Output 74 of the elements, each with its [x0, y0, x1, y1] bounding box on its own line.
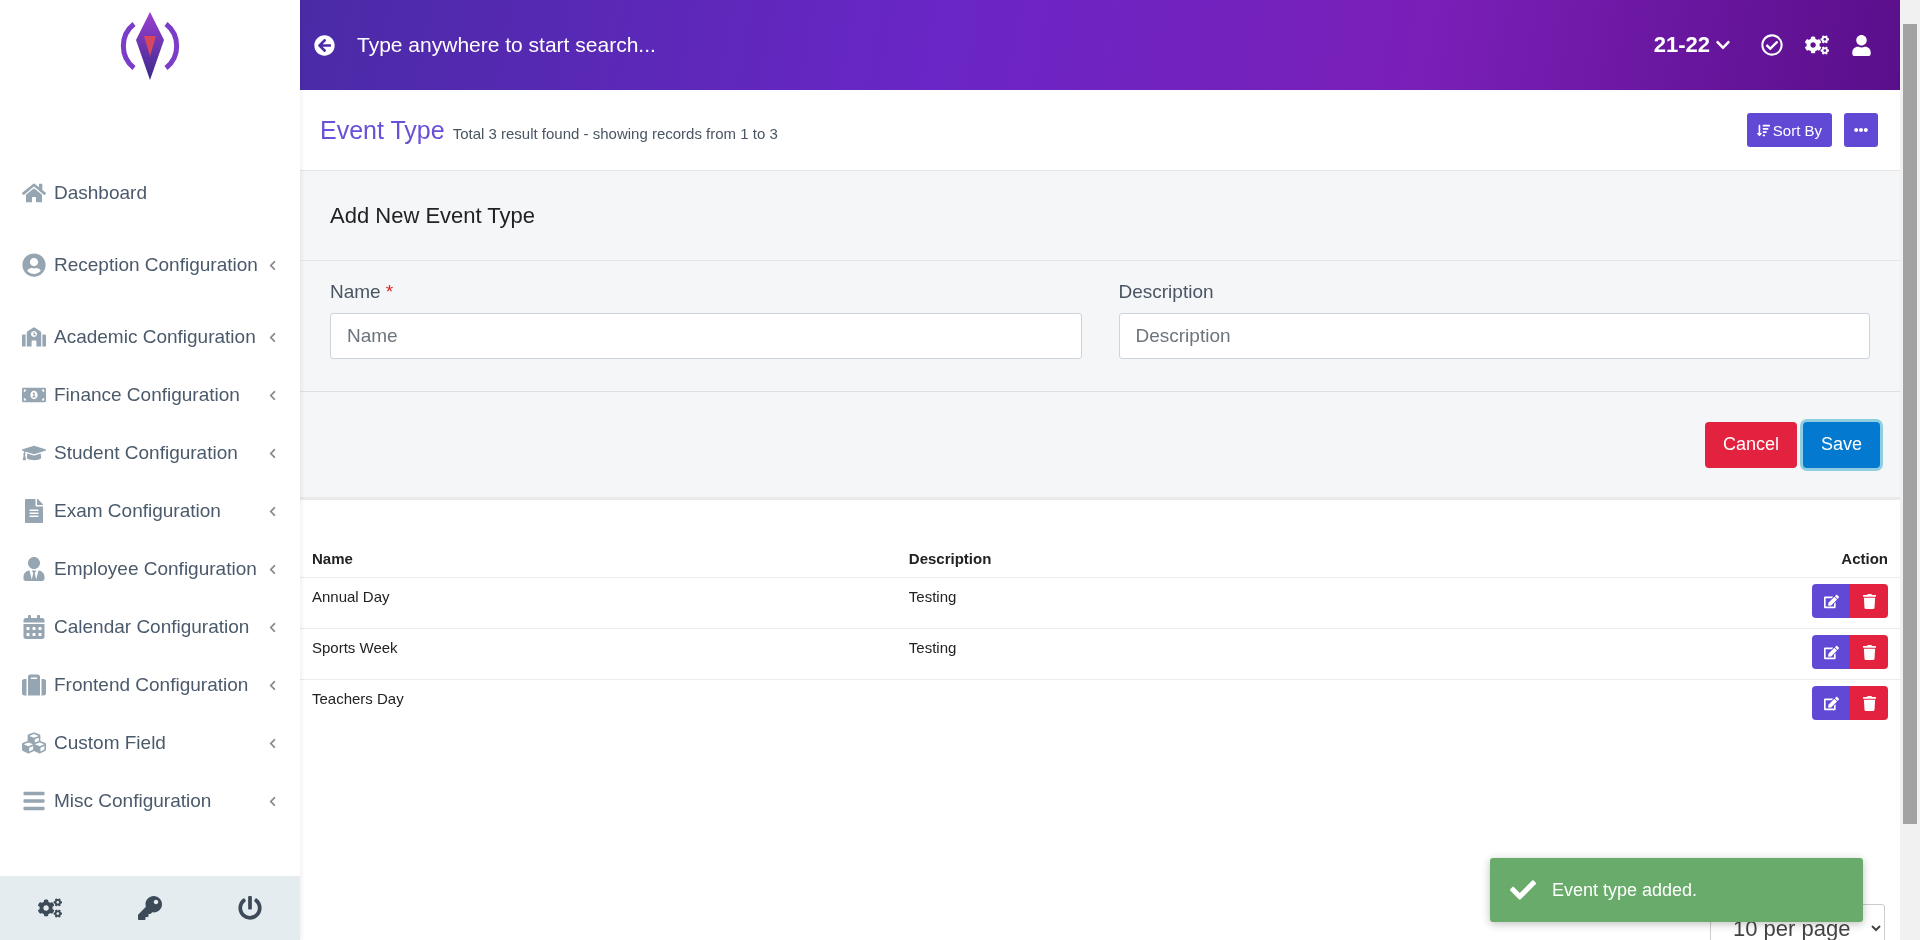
chevron-icon — [267, 331, 278, 343]
sidebar-item[interactable]: Exam Configuration — [0, 482, 300, 540]
settings-icon[interactable] — [38, 896, 62, 920]
scrollbar[interactable] — [1900, 0, 1920, 940]
sidebar-item[interactable]: Academic Configuration — [0, 308, 300, 366]
document-icon — [22, 499, 46, 523]
chevron-icon — [267, 679, 278, 691]
input-field[interactable]: Description — [1118, 313, 1870, 359]
sidebar-item[interactable]: Custom Field — [0, 714, 300, 772]
sidebar-item[interactable]: Frontend Configuration — [0, 656, 300, 714]
trash-icon — [1861, 593, 1877, 609]
check-icon — [1510, 877, 1536, 903]
result-summary: Total 3 result found - showing records from 1 to 3 — [452, 124, 779, 142]
field-label: Description — [1118, 281, 1215, 303]
table-cell: Teachers Day — [300, 679, 897, 730]
cubes-icon — [22, 731, 46, 755]
key-icon[interactable] — [138, 896, 162, 920]
field-label: Name * — [330, 281, 395, 303]
search-hint[interactable]: Type anywhere to start search... — [357, 33, 1624, 57]
column-header: Action — [1414, 540, 1900, 578]
column-header: Name — [300, 540, 897, 578]
sidebar-item[interactable]: Student Configuration — [0, 424, 300, 482]
menu-icon — [22, 789, 46, 813]
sort-button[interactable]: Sort By — [1746, 113, 1832, 147]
table-cell: Sports Week — [300, 628, 897, 680]
chevron-icon — [267, 563, 278, 575]
home-icon — [22, 181, 46, 205]
edit-button[interactable] — [1812, 584, 1850, 618]
column-header: Description — [896, 540, 1415, 578]
required-mark: * — [385, 281, 394, 302]
form-title: Add New Event Type — [330, 202, 536, 229]
suitcase-icon — [22, 673, 46, 697]
trash-icon — [1861, 695, 1877, 711]
edit-icon — [1823, 593, 1839, 609]
calendar-icon — [22, 615, 46, 639]
person-icon — [22, 557, 46, 581]
logo-icon — [120, 10, 180, 82]
settings-icon[interactable] — [1805, 33, 1829, 57]
edit-icon — [1823, 644, 1839, 660]
chevron-icon — [267, 795, 278, 807]
sidebar-item[interactable]: Finance Configuration — [0, 366, 300, 424]
delete-button[interactable] — [1850, 686, 1888, 720]
delete-button[interactable] — [1850, 584, 1888, 618]
trash-icon — [1861, 644, 1877, 660]
edit-icon — [1823, 695, 1839, 711]
edit-button[interactable] — [1812, 686, 1850, 720]
back-icon[interactable] — [314, 34, 335, 56]
save-button[interactable]: Save — [1802, 421, 1880, 468]
table-cell: Testing — [896, 628, 1415, 680]
chevron-icon — [267, 259, 278, 271]
chevron-icon — [267, 447, 278, 459]
chevron-icon — [267, 389, 278, 401]
sidebar-item[interactable]: Misc Configuration — [0, 772, 300, 830]
page-title: Event Type — [320, 115, 445, 145]
power-icon[interactable] — [238, 896, 262, 920]
sidebar-item[interactable]: Reception Configuration — [0, 222, 300, 308]
sort-icon — [1756, 123, 1770, 137]
school-icon — [22, 325, 46, 349]
cancel-button[interactable]: Cancel — [1704, 421, 1797, 468]
delete-button[interactable] — [1850, 635, 1888, 669]
session-dropdown[interactable]: 21-22 — [1645, 32, 1739, 58]
input-field[interactable]: Name — [330, 313, 1082, 359]
table-cell: Annual Day — [300, 577, 897, 629]
table-cell: Testing — [896, 577, 1415, 629]
chevron-icon — [267, 737, 278, 749]
chevron-icon — [267, 621, 278, 633]
toast-message: Event type added. — [1552, 879, 1698, 901]
more-button[interactable] — [1844, 113, 1878, 147]
chevron-icon — [267, 505, 278, 517]
sidebar-item[interactable]: Employee Configuration — [0, 540, 300, 598]
user-icon[interactable] — [1851, 34, 1872, 56]
edit-button[interactable] — [1812, 635, 1850, 669]
sidebar-item[interactable]: Calendar Configuration — [0, 598, 300, 656]
sidebar-item[interactable]: Dashboard — [0, 164, 300, 222]
